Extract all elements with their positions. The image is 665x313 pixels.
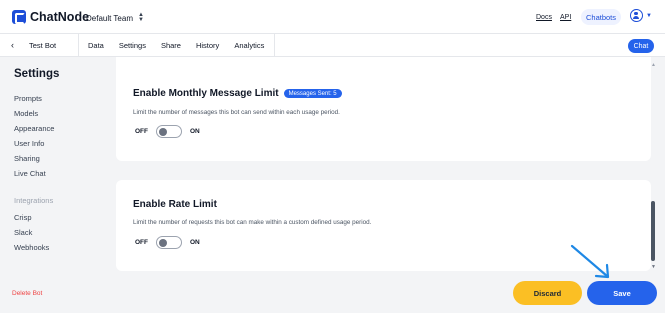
bot-tabs: Data Settings Share History Analytics — [78, 34, 275, 57]
chatnode-logo-icon — [12, 10, 26, 24]
tab-data[interactable]: Data — [88, 41, 104, 50]
sidebar-item-models[interactable]: Models — [14, 109, 38, 118]
sidebar-item-live-chat[interactable]: Live Chat — [14, 169, 46, 178]
rate-limit-toggle-row: OFF ON — [135, 236, 200, 249]
top-bar: ChatNode Default Team ▲ ▼ Docs API Chatbo… — [0, 0, 665, 34]
sidebar-item-slack[interactable]: Slack — [14, 228, 32, 237]
sidebar-item-prompts[interactable]: Prompts — [14, 94, 42, 103]
delete-bot-button[interactable]: Delete Bot — [12, 290, 42, 297]
sidebar-item-sharing[interactable]: Sharing — [14, 154, 40, 163]
rate-limit-description: Limit the number of requests this bot ca… — [133, 219, 372, 226]
sidebar-title: Settings — [14, 68, 60, 80]
toggle-knob — [159, 238, 167, 247]
monthly-limit-title: Enable Monthly Message Limit Messages Se… — [133, 88, 342, 99]
toggle-off-label: OFF — [135, 128, 148, 135]
tab-history[interactable]: History — [196, 41, 219, 50]
team-name: Default Team — [86, 13, 133, 23]
chatbots-button[interactable]: Chatbots — [581, 9, 621, 25]
scroll-down-icon[interactable]: ▼ — [651, 264, 656, 270]
updown-chevron-icon: ▲ ▼ — [138, 12, 144, 23]
docs-link[interactable]: Docs — [536, 14, 552, 21]
sidebar-item-user-info[interactable]: User Info — [14, 139, 44, 148]
tab-settings[interactable]: Settings — [119, 41, 146, 50]
save-button[interactable]: Save — [587, 281, 657, 305]
sidebar-item-webhooks[interactable]: Webhooks — [14, 243, 49, 252]
monthly-limit-card: Enable Monthly Message Limit Messages Se… — [116, 57, 651, 161]
tab-analytics[interactable]: Analytics — [234, 41, 264, 50]
rate-limit-title: Enable Rate Limit — [133, 199, 217, 210]
tab-share[interactable]: Share — [161, 41, 181, 50]
monthly-limit-toggle[interactable] — [156, 125, 182, 138]
toggle-on-label: ON — [190, 239, 200, 246]
app-logo[interactable]: ChatNode — [12, 10, 89, 24]
scrollbar-thumb[interactable] — [651, 201, 655, 261]
scroll-up-icon[interactable]: ▲ — [651, 62, 656, 68]
integrations-heading: Integrations — [14, 196, 54, 205]
monthly-limit-description: Limit the number of messages this bot ca… — [133, 109, 340, 116]
messages-sent-badge: Messages Sent: 5 — [283, 89, 342, 98]
sidebar-item-crisp[interactable]: Crisp — [14, 213, 32, 222]
bot-subnav: ‹ Test Bot Data Settings Share History A… — [0, 34, 665, 57]
monthly-limit-toggle-row: OFF ON — [135, 125, 200, 138]
monthly-limit-title-text: Enable Monthly Message Limit — [133, 88, 279, 99]
discard-button[interactable]: Discard — [513, 281, 582, 305]
chevron-down-icon: ▼ — [646, 12, 652, 19]
sidebar-item-appearance[interactable]: Appearance — [14, 124, 54, 133]
api-link[interactable]: API — [560, 14, 571, 21]
toggle-on-label: ON — [190, 128, 200, 135]
settings-sidebar: Settings Prompts Models Appearance User … — [0, 57, 110, 313]
logo-text: ChatNode — [30, 10, 90, 24]
toggle-knob — [159, 127, 167, 136]
rate-limit-toggle[interactable] — [156, 236, 182, 249]
team-selector[interactable]: Default Team ▲ ▼ — [86, 12, 144, 23]
toggle-off-label: OFF — [135, 239, 148, 246]
account-menu[interactable]: ▼ — [630, 9, 652, 22]
user-circle-icon — [630, 9, 643, 22]
bot-name: Test Bot — [29, 41, 57, 50]
chat-button[interactable]: Chat — [628, 39, 654, 53]
back-chevron-icon[interactable]: ‹ — [11, 40, 14, 50]
